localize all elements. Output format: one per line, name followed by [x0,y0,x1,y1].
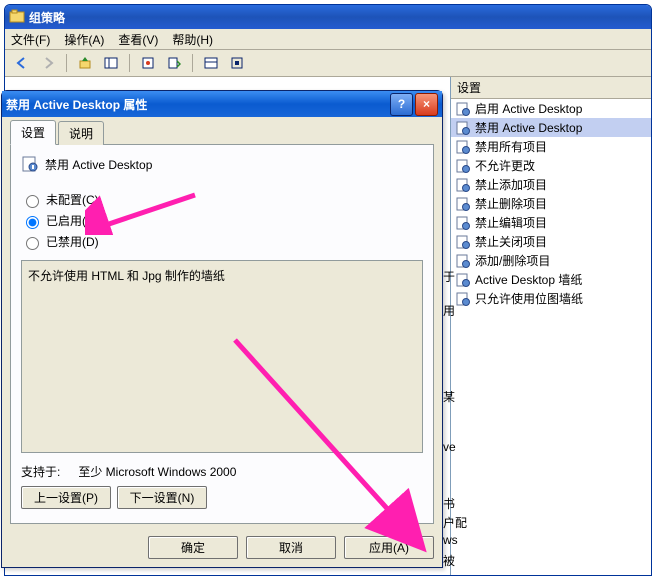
policy-item-icon [455,253,471,269]
menubar: 文件(F) 操作(A) 查看(V) 帮助(H) [5,29,651,50]
list-item-label: 禁止编辑项目 [475,214,547,231]
list-item[interactable]: 禁用所有项目 [451,137,651,156]
list-item-label: 禁用 Active Desktop [475,119,582,136]
properties-button[interactable] [137,52,159,74]
list-item[interactable]: 不允许更改 [451,156,651,175]
list-item-label: 添加/删除项目 [475,252,550,269]
cancel-button[interactable]: 取消 [246,536,336,559]
policy-item-icon [455,291,471,307]
policy-item-icon [455,120,471,136]
policy-item-icon [455,177,471,193]
list-item[interactable]: 禁止添加项目 [451,175,651,194]
supported-row: 支持于: 至少 Microsoft Windows 2000 [21,463,423,480]
dialog-title: 禁用 Active Desktop 属性 [6,96,147,113]
tabstrip: 设置 说明 [10,123,434,145]
list-item[interactable]: 启用 Active Desktop [451,99,651,118]
menu-help[interactable]: 帮助(H) [172,31,213,48]
apply-button[interactable]: 应用(A) [344,536,434,559]
radio-label: 已启用(E) [46,212,98,229]
tab-explain[interactable]: 说明 [58,121,104,145]
peek-text: ws [443,533,458,547]
peek-text: 被 [443,552,455,569]
radio-not-configured-input[interactable] [26,195,39,208]
toolbar-sep [66,54,67,72]
show-hide-tree-button[interactable] [100,52,122,74]
peek-text: 用 [443,302,455,319]
list-item-label: 禁止添加项目 [475,176,547,193]
policy-item-icon [455,139,471,155]
list-item-label: Active Desktop 墙纸 [475,271,582,288]
list-item-label: 禁止删除项目 [475,195,547,212]
right-pane-header: 设置 [451,77,651,99]
peek-text: 某 [443,388,455,405]
app-icon [9,9,25,25]
back-button[interactable] [11,52,33,74]
forward-button[interactable] [37,52,59,74]
supported-label: 支持于: [21,463,60,480]
help-button[interactable]: ? [390,93,413,116]
properties-dialog: 禁用 Active Desktop 属性 ? × 设置 说明 禁用 Active… [1,90,443,568]
policy-item-icon [455,215,471,231]
export-list-button[interactable] [163,52,185,74]
nav-buttons: 上一设置(P) 下一设置(N) [21,486,423,509]
dialog-buttons: 确定 取消 应用(A) [2,532,442,567]
peek-text: ve [443,440,456,454]
list-item-label: 只允许使用位图墙纸 [475,290,583,307]
main-titlebar: 组策略 [5,5,651,29]
toolbar [5,50,651,77]
list-item-label: 不允许更改 [475,157,535,174]
ok-button[interactable]: 确定 [148,536,238,559]
policy-item-icon [455,234,471,250]
policy-item-icon [455,272,471,288]
list-item[interactable]: 只允许使用位图墙纸 [451,289,651,308]
close-button[interactable]: × [415,93,438,116]
policy-item-icon [455,196,471,212]
radio-not-configured[interactable]: 未配置(C) [21,191,423,208]
policy-item-icon [455,158,471,174]
list-item[interactable]: 禁止删除项目 [451,194,651,213]
radio-group: 未配置(C) 已启用(E) 已禁用(D) [21,191,423,250]
right-pane: 设置 启用 Active Desktop 禁用 Active Desktop 禁用所… [450,77,651,575]
peek-text: 书 [443,495,455,512]
tab-settings[interactable]: 设置 [10,120,56,145]
list-item[interactable]: 添加/删除项目 [451,251,651,270]
list-item[interactable]: 禁用 Active Desktop [451,118,651,137]
dialog-body: 设置 说明 禁用 Active Desktop 未配置(C) 已启用(E) 已禁… [2,117,442,532]
policy-name: 禁用 Active Desktop [45,156,152,173]
radio-enabled-input[interactable] [26,216,39,229]
toolbar-sep [192,54,193,72]
filter-button[interactable] [200,52,222,74]
radio-enabled[interactable]: 已启用(E) [21,212,423,229]
list-item[interactable]: 禁止编辑项目 [451,213,651,232]
policy-item-icon [455,101,471,117]
peek-text: 户配 [443,514,467,531]
menu-file[interactable]: 文件(F) [11,31,50,48]
toolbar-sep [129,54,130,72]
list-item[interactable]: 禁止关闭项目 [451,232,651,251]
radio-disabled-input[interactable] [26,237,39,250]
right-pane-items: 启用 Active Desktop 禁用 Active Desktop 禁用所有项目… [451,99,651,575]
policy-header: 禁用 Active Desktop [21,155,423,173]
tab-page-settings: 禁用 Active Desktop 未配置(C) 已启用(E) 已禁用(D) 不… [10,144,434,524]
menu-view[interactable]: 查看(V) [118,31,158,48]
list-item[interactable]: Active Desktop 墙纸 [451,270,651,289]
supported-value: 至少 Microsoft Windows 2000 [78,463,236,480]
dialog-titlebar: 禁用 Active Desktop 属性 ? × [2,91,442,117]
up-button[interactable] [74,52,96,74]
description-box: 不允许使用 HTML 和 Jpg 制作的墙纸 [21,260,423,453]
radio-label: 未配置(C) [46,191,99,208]
next-setting-button[interactable]: 下一设置(N) [117,486,207,509]
list-item-label: 禁用所有项目 [475,138,547,155]
policy-icon [21,155,39,173]
list-item-label: 启用 Active Desktop [475,100,582,117]
radio-disabled[interactable]: 已禁用(D) [21,233,423,250]
main-title: 组策略 [29,9,65,26]
previous-setting-button[interactable]: 上一设置(P) [21,486,111,509]
radio-label: 已禁用(D) [46,233,99,250]
peek-text: 于 [443,268,455,285]
tools-button[interactable] [226,52,248,74]
menu-action[interactable]: 操作(A) [64,31,104,48]
list-item-label: 禁止关闭项目 [475,233,547,250]
